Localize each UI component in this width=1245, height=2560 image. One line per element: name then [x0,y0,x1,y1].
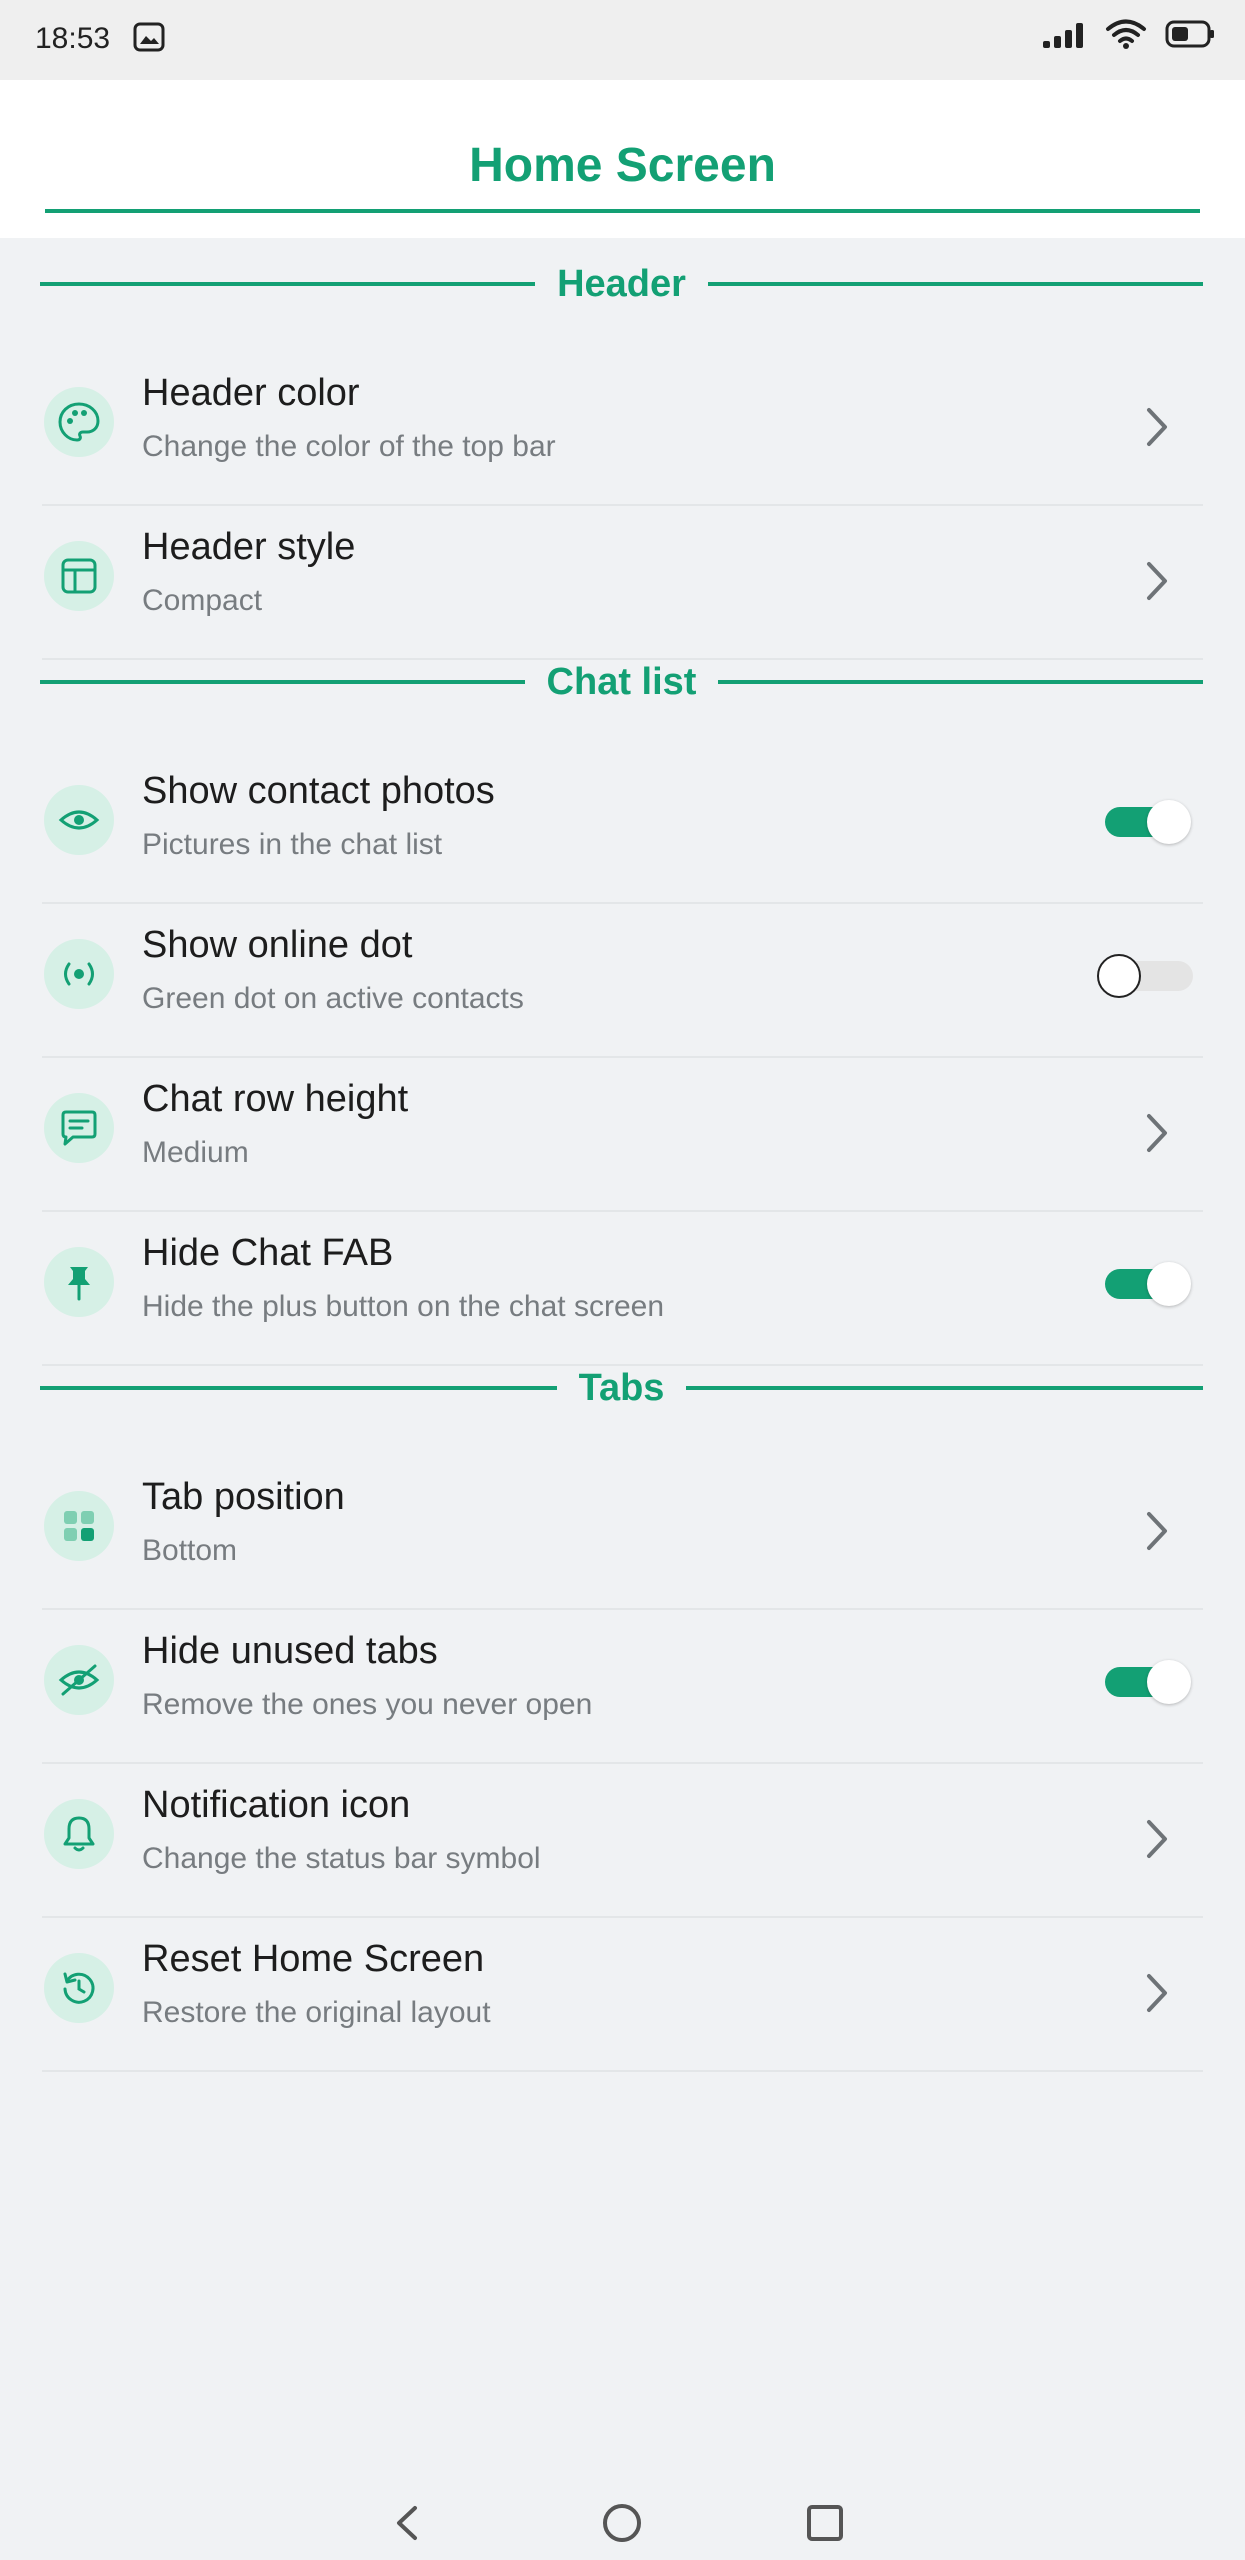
bell-icon [44,1799,114,1869]
screen: 18:53 Home Screen Header Header color Ch… [0,0,1245,2560]
home-icon[interactable] [597,2498,647,2548]
eye-off-icon [44,1645,114,1715]
setting-tab-position[interactable]: Tab position Bottom [42,1456,1203,1610]
divider [40,1386,557,1390]
setting-subtitle: Restore the original layout [142,1996,491,2029]
pin-icon [44,1247,114,1317]
battery-icon [1165,20,1214,48]
setting-subtitle: Change the color of the top bar [142,430,556,463]
status-bar: 18:53 [0,0,1245,80]
wifi-icon [1106,19,1146,49]
setting-notification-icon[interactable]: Notification icon Change the status bar … [42,1764,1203,1918]
setting-subtitle: Medium [142,1136,249,1169]
divider [718,680,1203,684]
radio-dot-icon [44,939,114,1009]
hide-unused-tabs-toggle[interactable] [1103,1660,1193,1704]
chevron-right-icon [1147,1974,1167,2012]
section-header: Header [40,259,1203,309]
setting-title: Header color [142,372,360,414]
status-time: 18:53 [35,22,111,55]
chevron-right-icon [1147,408,1167,446]
setting-subtitle: Bottom [142,1534,238,1567]
chevron-right-icon [1147,1512,1167,1550]
divider [40,282,536,286]
chevron-right-icon [1147,1820,1167,1858]
setting-subtitle: Green dot on active contacts [142,982,524,1015]
setting-subtitle: Change the status bar symbol [142,1842,541,1875]
hide-fab-toggle[interactable] [1103,1262,1193,1306]
toggle-knob [1147,1660,1191,1704]
status-icons [1041,18,1215,50]
setting-show-contact-photos[interactable]: Show contact photos Pictures in the chat… [42,750,1203,904]
setting-show-online-dot[interactable]: Show online dot Green dot on active cont… [42,904,1203,1058]
setting-subtitle: Compact [142,584,263,617]
toggle-knob [1147,1262,1191,1306]
signal-icon [1043,23,1083,48]
setting-header-color[interactable]: Header color Change the color of the top… [42,352,1203,506]
layout-icon [44,541,114,611]
setting-subtitle: Hide the plus button on the chat screen [142,1290,665,1323]
section-label: Tabs [578,1366,665,1409]
back-icon[interactable] [383,2498,433,2548]
setting-title: Notification icon [142,1784,411,1826]
setting-title: Show contact photos [142,770,495,812]
setting-title: Chat row height [142,1078,409,1120]
setting-title: Show online dot [142,924,413,966]
setting-title: Reset Home Screen [142,1938,485,1980]
reset-icon [44,1953,114,2023]
section-label: Header [557,262,686,305]
setting-title: Hide unused tabs [142,1630,438,1672]
chat-bubble-icon [44,1093,114,1163]
setting-title: Header style [142,526,356,568]
eye-icon [44,785,114,855]
divider [40,680,525,684]
setting-hide-chat-fab[interactable]: Hide Chat FAB Hide the plus button on th… [42,1212,1203,1366]
section-label: Chat list [546,660,697,703]
page-title: Home Screen [469,139,776,192]
toggle-knob [1097,954,1141,998]
setting-subtitle: Pictures in the chat list [142,828,443,861]
setting-subtitle: Remove the ones you never open [142,1688,593,1721]
divider [686,1386,1203,1390]
online-dot-toggle[interactable] [1097,954,1193,998]
setting-chat-row-height[interactable]: Chat row height Medium [42,1058,1203,1212]
setting-title: Tab position [142,1476,345,1518]
navigation-bar [0,2460,1245,2560]
setting-title: Hide Chat FAB [142,1232,394,1274]
section-chat-list: Chat list [40,657,1203,707]
setting-hide-unused-tabs[interactable]: Hide unused tabs Remove the ones you nev… [42,1610,1203,1764]
grid-icon [44,1491,114,1561]
setting-reset-home-screen[interactable]: Reset Home Screen Restore the original l… [42,1918,1203,2072]
section-tabs: Tabs [40,1363,1203,1413]
chevron-right-icon [1147,1114,1167,1152]
setting-header-style[interactable]: Header style Compact [42,506,1203,660]
title-underline [45,209,1200,213]
contact-photos-toggle[interactable] [1103,800,1193,844]
toggle-knob [1147,800,1191,844]
gallery-icon [133,22,165,52]
palette-icon [44,387,114,457]
chevron-right-icon [1147,562,1167,600]
app-bar: Home Screen [0,80,1245,238]
recents-icon[interactable] [800,2498,850,2548]
divider [707,282,1203,286]
